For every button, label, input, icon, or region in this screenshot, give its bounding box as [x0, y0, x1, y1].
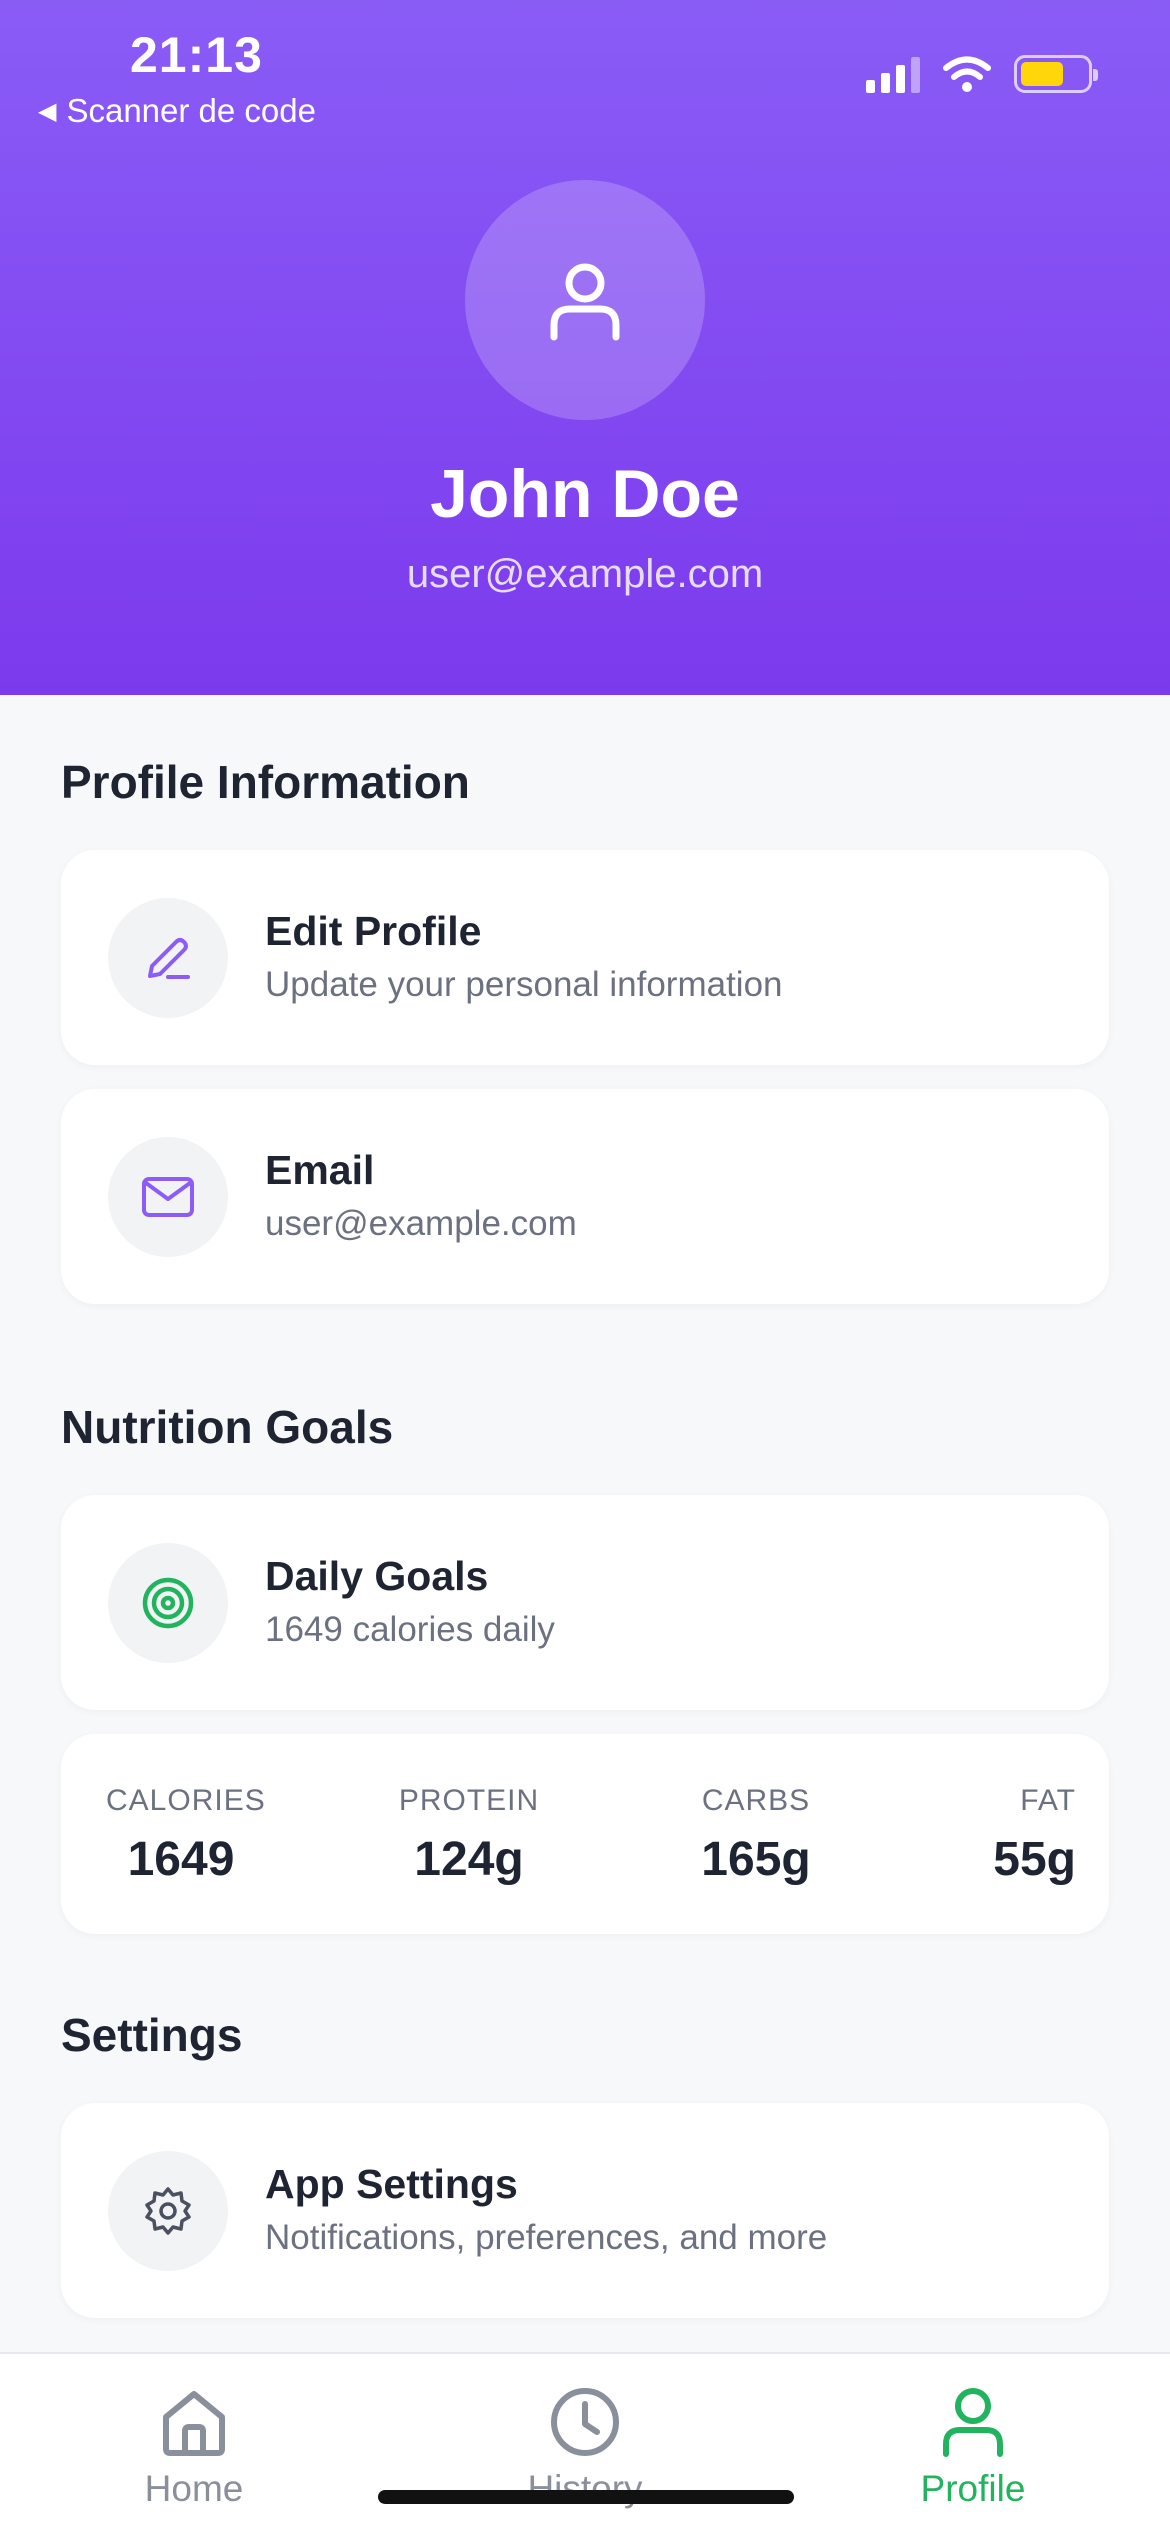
profile-header: 21:13 ◀ Scanner de code John Doe user@ex…: [0, 0, 1170, 695]
back-triangle-icon: ◀: [38, 97, 57, 125]
profile-name: John Doe: [430, 456, 740, 532]
macro-value: 1649: [127, 1833, 235, 1886]
tab-profile-label: Profile: [920, 2468, 1026, 2509]
edit-profile-card[interactable]: Edit Profile Update your personal inform…: [61, 850, 1109, 1065]
edit-profile-icon-wrap: [108, 898, 228, 1018]
cellular-signal-icon: [866, 55, 920, 93]
macro-value: 55g: [993, 1833, 1076, 1886]
tab-home[interactable]: Home: [84, 2384, 304, 2510]
section-title-nutrition-goals: Nutrition Goals: [61, 1401, 394, 1453]
edit-profile-subtitle: Update your personal information: [265, 965, 783, 1004]
back-app-label: Scanner de code: [66, 92, 316, 129]
back-to-app-link[interactable]: ◀ Scanner de code: [38, 92, 316, 130]
daily-goals-icon-wrap: [108, 1543, 228, 1663]
daily-goals-subtitle: 1649 calories daily: [265, 1610, 555, 1649]
home-icon: [163, 2391, 225, 2456]
macro-value: 124g: [414, 1833, 524, 1886]
macros-card: CALORIES 1649 PROTEIN 124g CARBS 165g FA…: [61, 1734, 1109, 1934]
status-bar: 21:13 ◀ Scanner de code: [0, 0, 1170, 140]
clock-icon: [551, 2388, 619, 2456]
app-settings-title: App Settings: [265, 2161, 518, 2207]
section-title-profile-information: Profile Information: [61, 756, 470, 808]
daily-goals-card[interactable]: Daily Goals 1649 calories daily: [61, 1495, 1109, 1710]
mail-icon: [142, 1177, 194, 1217]
app-settings-icon-wrap: [108, 2151, 228, 2271]
email-value: user@example.com: [265, 1204, 577, 1243]
profile-screen: 21:13 ◀ Scanner de code John Doe user@ex…: [0, 0, 1170, 2532]
tab-home-label: Home: [144, 2468, 244, 2509]
user-icon: [943, 2388, 1003, 2457]
tab-bar: Home History Profile: [0, 2352, 1170, 2532]
macro-value: 165g: [701, 1833, 811, 1886]
macro-label: FAT: [1020, 1784, 1076, 1817]
macro-carbs: CARBS 165g: [681, 1784, 831, 1887]
macro-calories: CALORIES 1649: [106, 1784, 266, 1887]
tab-profile[interactable]: Profile: [863, 2384, 1083, 2510]
wifi-icon: [943, 56, 991, 92]
status-time: 21:13: [130, 27, 263, 83]
email-card[interactable]: Email user@example.com: [61, 1089, 1109, 1304]
pencil-icon: [148, 938, 190, 979]
macro-fat: FAT 55g: [946, 1784, 1076, 1887]
gear-icon: [145, 2187, 191, 2235]
edit-profile-title: Edit Profile: [265, 908, 482, 954]
macro-label: CARBS: [701, 1784, 811, 1817]
battery-icon: [1014, 55, 1098, 93]
home-indicator[interactable]: [378, 2490, 794, 2504]
user-icon: [550, 263, 620, 341]
avatar[interactable]: [465, 180, 705, 420]
email-title: Email: [265, 1147, 375, 1193]
app-settings-card[interactable]: App Settings Notifications, preferences,…: [61, 2103, 1109, 2318]
profile-email: user@example.com: [406, 552, 764, 596]
app-settings-subtitle: Notifications, preferences, and more: [265, 2218, 828, 2257]
status-icons: [866, 55, 1098, 93]
daily-goals-title: Daily Goals: [265, 1553, 489, 1599]
email-icon-wrap: [108, 1137, 228, 1257]
target-icon: [142, 1577, 194, 1629]
macro-label: PROTEIN: [398, 1784, 540, 1817]
macro-protein: PROTEIN 124g: [394, 1784, 544, 1887]
macro-label: CALORIES: [106, 1784, 266, 1817]
section-title-settings: Settings: [61, 2009, 243, 2061]
